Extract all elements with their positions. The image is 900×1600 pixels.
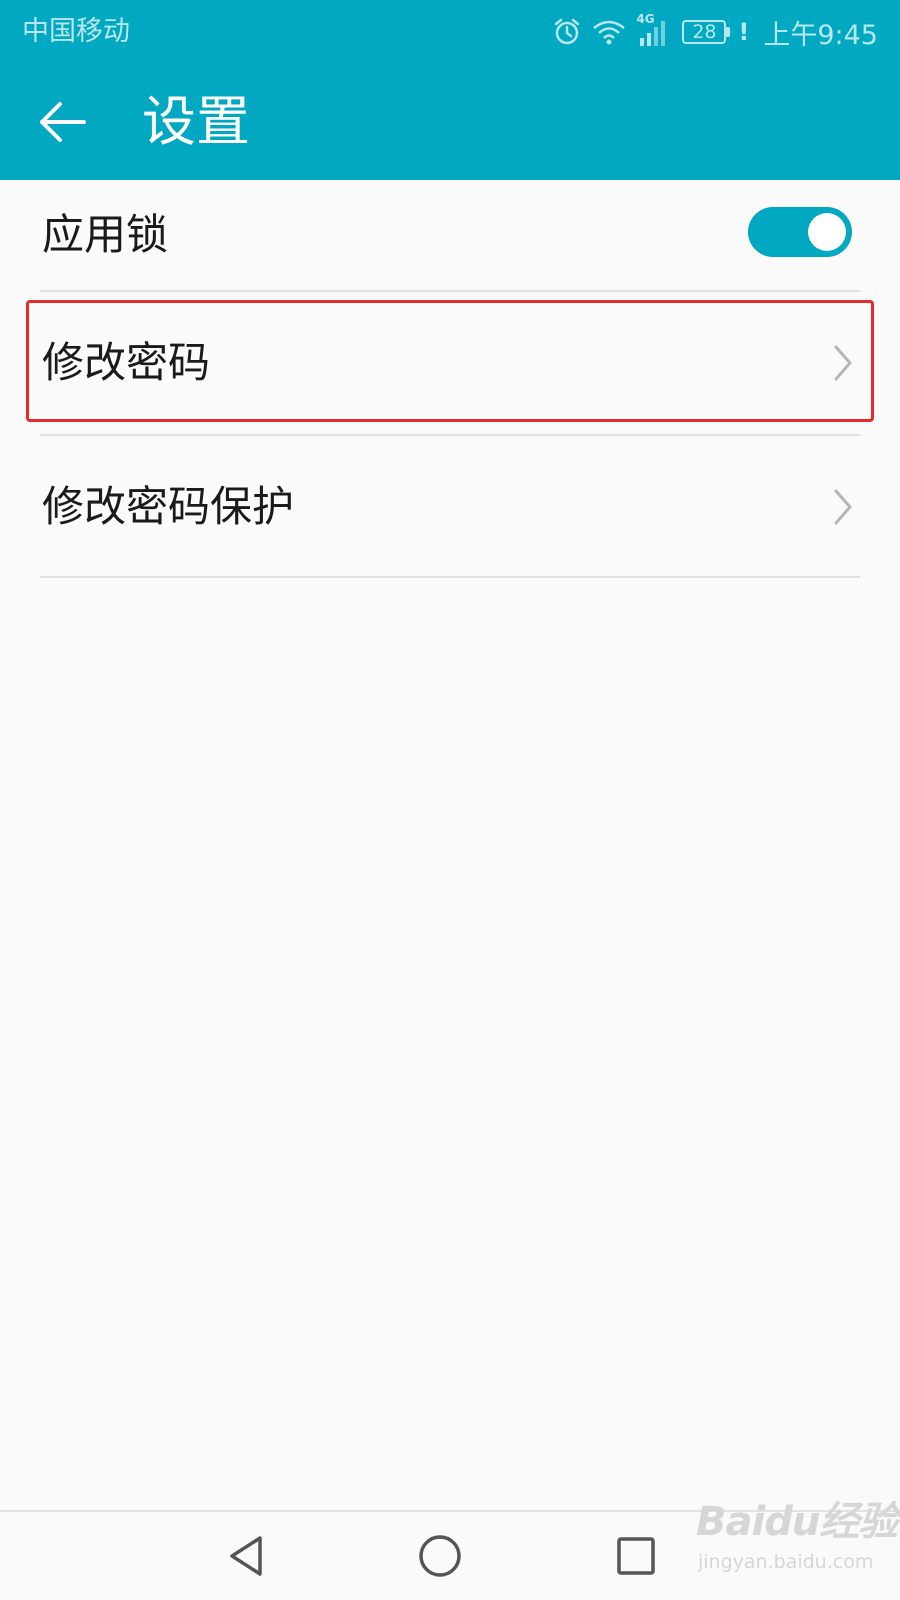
signal-icon: 4G bbox=[636, 12, 672, 48]
settings-item-label: 应用锁 bbox=[42, 210, 169, 259]
settings-item-password-protection[interactable]: 修改密码保护 bbox=[40, 436, 860, 576]
chevron-right-icon bbox=[834, 345, 852, 381]
back-button[interactable] bbox=[30, 90, 94, 154]
divider bbox=[40, 576, 860, 578]
battery-icon: 28 bbox=[682, 20, 727, 44]
status-icons: 4G 28 ! 上午9:45 bbox=[552, 12, 878, 52]
chevron-right-icon bbox=[834, 489, 852, 525]
title-bar: 设置 bbox=[0, 64, 900, 180]
carrier-name: 中国移动 bbox=[22, 16, 130, 47]
arrow-left-icon bbox=[40, 102, 86, 142]
home-circle-icon bbox=[419, 1535, 461, 1577]
battery-warning: ! bbox=[738, 18, 750, 46]
settings-item-label: 修改密码 bbox=[42, 338, 211, 387]
settings-screen: 中国移动 4G 28 ! 上午9:45 设置 应用锁 修改密码 修改密码保护 B… bbox=[0, 0, 900, 1600]
page-title: 设置 bbox=[142, 90, 250, 153]
nav-back-button[interactable] bbox=[214, 1524, 278, 1588]
settings-item-app-lock[interactable]: 应用锁 bbox=[40, 180, 860, 290]
recents-square-icon bbox=[617, 1537, 655, 1575]
app-lock-toggle[interactable] bbox=[748, 207, 852, 257]
back-triangle-icon bbox=[230, 1536, 262, 1576]
navigation-bar bbox=[0, 1510, 900, 1600]
alarm-icon bbox=[552, 17, 582, 47]
network-type-badge: 4G bbox=[636, 12, 655, 26]
battery-group: 28 bbox=[682, 20, 731, 44]
battery-tip bbox=[726, 27, 731, 37]
nav-recents-button[interactable] bbox=[604, 1524, 668, 1588]
status-bar: 中国移动 4G 28 ! 上午9:45 bbox=[0, 0, 900, 64]
toggle-knob bbox=[808, 213, 846, 251]
settings-item-label: 修改密码保护 bbox=[42, 482, 295, 531]
battery-level: 28 bbox=[692, 20, 717, 43]
clock: 上午9:45 bbox=[763, 19, 878, 51]
nav-home-button[interactable] bbox=[408, 1524, 472, 1588]
wifi-icon bbox=[592, 18, 626, 46]
settings-item-change-password[interactable]: 修改密码 bbox=[40, 292, 860, 434]
